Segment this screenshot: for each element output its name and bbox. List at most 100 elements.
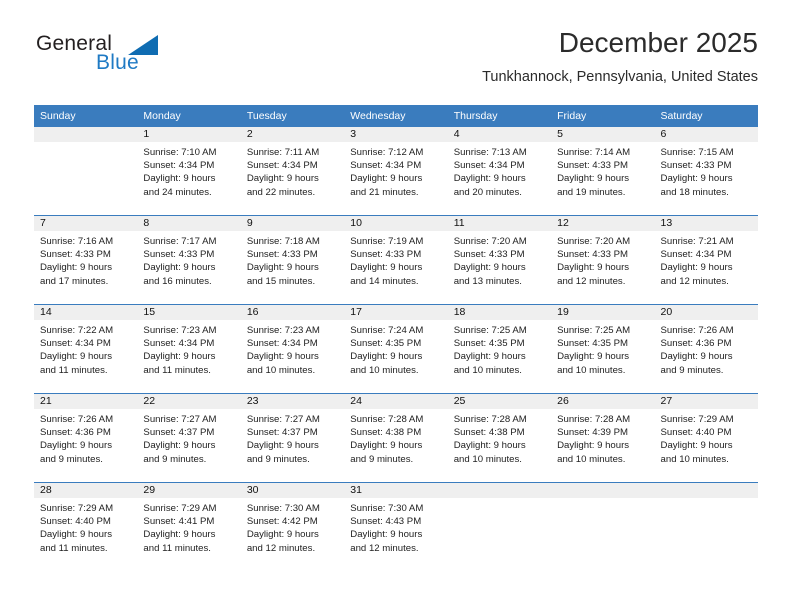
- calendar-week-row: 7 Sunrise: 7:16 AM Sunset: 4:33 PM Daylight…: [34, 215, 758, 305]
- calendar-day-cell[interactable]: 2 Sunrise: 7:11 AM Sunset: 4:34 PM Daylight…: [240, 127, 345, 216]
- calendar-day-cell[interactable]: 16 Sunrise: 7:23 AM Sunset: 4:34 PM Dayligh…: [240, 304, 345, 394]
- calendar-page: General Blue December 2025 Tunkhannock, …: [0, 0, 792, 612]
- calendar-day-cell[interactable]: 1 Sunrise: 7:10 AM Sunset: 4:34 PM Daylight…: [137, 127, 241, 216]
- sunset-time: Sunset: 4:35 PM: [350, 338, 422, 350]
- sunset-time: Sunset: 4:37 PM: [246, 427, 318, 439]
- daylight-duration-line1: Daylight: 9 hours: [557, 351, 630, 363]
- sunrise-time: Sunrise: 7:28 AM: [453, 414, 527, 425]
- daylight-duration-line1: Daylight: 9 hours: [660, 262, 733, 274]
- calendar-day-cell[interactable]: 22 Sunrise: 7:27 AM Sunset: 4:37 PM Dayligh…: [137, 393, 241, 483]
- daylight-duration-line2: and 10 minutes.: [660, 453, 729, 465]
- day-number: 17: [344, 305, 448, 320]
- daylight-duration-line2: and 10 minutes.: [453, 453, 522, 465]
- daylight-duration-line1: Daylight: 9 hours: [453, 262, 526, 274]
- daylight-duration-line2: and 11 minutes.: [143, 542, 211, 554]
- day-number: 13: [654, 216, 758, 231]
- day-number: 8: [137, 216, 241, 231]
- daylight-duration-line2: and 9 minutes.: [40, 453, 103, 465]
- sunrise-time: Sunrise: 7:23 AM: [143, 325, 217, 336]
- sunrise-time: Sunrise: 7:30 AM: [246, 503, 320, 514]
- calendar-day-cell[interactable]: 19 Sunrise: 7:25 AM Sunset: 4:35 PM Dayligh…: [551, 304, 655, 394]
- day-sun-info: Sunrise: 7:29 AM Sunset: 4:41 PM Daylight:…: [137, 498, 240, 555]
- day-number: [551, 483, 655, 498]
- day-number: 1: [137, 127, 241, 142]
- day-sun-info: Sunrise: 7:30 AM Sunset: 4:43 PM Daylight:…: [344, 498, 447, 555]
- calendar-day-cell[interactable]: 5 Sunrise: 7:14 AM Sunset: 4:33 PM Daylight…: [551, 127, 655, 216]
- calendar-day-cell[interactable]: 25 Sunrise: 7:28 AM Sunset: 4:38 PM Dayligh…: [447, 393, 552, 483]
- sunrise-time: Sunrise: 7:13 AM: [453, 147, 527, 158]
- sunrise-time: Sunrise: 7:19 AM: [350, 236, 424, 247]
- day-number: 18: [447, 305, 552, 320]
- sunset-time: Sunset: 4:34 PM: [40, 338, 111, 350]
- calendar-day-cell[interactable]: 7 Sunrise: 7:16 AM Sunset: 4:33 PM Daylight…: [34, 215, 138, 305]
- calendar-day-cell[interactable]: 15 Sunrise: 7:23 AM Sunset: 4:34 PM Dayligh…: [137, 304, 241, 394]
- day-cell-inner: 28 Sunrise: 7:29 AM Sunset: 4:40 PM Dayligh…: [34, 483, 138, 571]
- day-cell-inner: 22 Sunrise: 7:27 AM Sunset: 4:37 PM Dayligh…: [137, 394, 241, 482]
- day-cell-inner: 31 Sunrise: 7:30 AM Sunset: 4:43 PM Dayligh…: [344, 483, 448, 571]
- calendar-day-cell[interactable]: 28 Sunrise: 7:29 AM Sunset: 4:40 PM Dayligh…: [34, 482, 138, 571]
- day-sun-info: Sunrise: 7:20 AM Sunset: 4:33 PM Daylight:…: [448, 231, 551, 288]
- calendar-day-cell[interactable]: 3 Sunrise: 7:12 AM Sunset: 4:34 PM Daylight…: [344, 127, 448, 216]
- weekday-header-friday: Friday: [551, 105, 655, 127]
- calendar-day-cell[interactable]: 17 Sunrise: 7:24 AM Sunset: 4:35 PM Dayligh…: [344, 304, 448, 394]
- calendar-day-cell[interactable]: 6 Sunrise: 7:15 AM Sunset: 4:33 PM Daylight…: [654, 127, 758, 216]
- calendar-day-cell[interactable]: 13 Sunrise: 7:21 AM Sunset: 4:34 PM Dayligh…: [654, 215, 758, 305]
- sunset-time: Sunset: 4:33 PM: [246, 249, 318, 261]
- sunrise-time: Sunrise: 7:16 AM: [40, 236, 114, 247]
- sunset-time: Sunset: 4:39 PM: [557, 427, 629, 439]
- day-cell-inner: 25 Sunrise: 7:28 AM Sunset: 4:38 PM Dayligh…: [447, 394, 552, 482]
- day-number: 26: [551, 394, 655, 409]
- calendar-day-cell[interactable]: 9 Sunrise: 7:18 AM Sunset: 4:33 PM Daylight…: [240, 215, 345, 305]
- day-cell-inner: 7 Sunrise: 7:16 AM Sunset: 4:33 PM Daylight…: [34, 216, 138, 304]
- calendar-day-cell[interactable]: 12 Sunrise: 7:20 AM Sunset: 4:33 PM Dayligh…: [551, 215, 655, 305]
- sunrise-time: Sunrise: 7:10 AM: [143, 147, 217, 158]
- daylight-duration-line2: and 16 minutes.: [143, 275, 212, 287]
- calendar-day-cell[interactable]: 29 Sunrise: 7:29 AM Sunset: 4:41 PM Dayligh…: [137, 482, 241, 571]
- sunset-time: Sunset: 4:33 PM: [40, 249, 111, 261]
- weekday-header-thursday: Thursday: [447, 105, 552, 127]
- calendar-day-cell[interactable]: 31 Sunrise: 7:30 AM Sunset: 4:43 PM Dayligh…: [344, 482, 448, 571]
- calendar-day-cell[interactable]: 24 Sunrise: 7:28 AM Sunset: 4:38 PM Dayligh…: [344, 393, 448, 483]
- sunset-time: Sunset: 4:33 PM: [350, 249, 422, 261]
- calendar-day-cell[interactable]: 21 Sunrise: 7:26 AM Sunset: 4:36 PM Dayligh…: [34, 393, 138, 483]
- sunrise-time: Sunrise: 7:26 AM: [660, 325, 734, 336]
- calendar-day-cell[interactable]: 20 Sunrise: 7:26 AM Sunset: 4:36 PM Dayligh…: [654, 304, 758, 394]
- sunset-time: Sunset: 4:38 PM: [350, 427, 422, 439]
- day-number: 21: [34, 394, 138, 409]
- calendar-day-cell[interactable]: 30 Sunrise: 7:30 AM Sunset: 4:42 PM Dayligh…: [240, 482, 345, 571]
- general-blue-logo[interactable]: General Blue: [34, 32, 244, 88]
- day-number: 3: [344, 127, 448, 142]
- calendar-week-row: 28 Sunrise: 7:29 AM Sunset: 4:40 PM Dayligh…: [34, 482, 758, 571]
- day-sun-info: Sunrise: 7:25 AM Sunset: 4:35 PM Daylight:…: [551, 320, 654, 377]
- sunset-time: Sunset: 4:40 PM: [660, 427, 732, 439]
- daylight-duration-line1: Daylight: 9 hours: [143, 173, 216, 185]
- day-sun-info: Sunrise: 7:27 AM Sunset: 4:37 PM Daylight:…: [241, 409, 344, 466]
- calendar-day-cell[interactable]: 10 Sunrise: 7:19 AM Sunset: 4:33 PM Dayligh…: [344, 215, 448, 305]
- weekday-header-row: Sunday Monday Tuesday Wednesday Thursday…: [34, 105, 758, 127]
- calendar-day-cell[interactable]: 18 Sunrise: 7:25 AM Sunset: 4:35 PM Dayligh…: [447, 304, 552, 394]
- calendar-day-cell[interactable]: 4 Sunrise: 7:13 AM Sunset: 4:34 PM Daylight…: [447, 127, 552, 216]
- sunrise-time: Sunrise: 7:25 AM: [453, 325, 527, 336]
- sunrise-time: Sunrise: 7:24 AM: [350, 325, 424, 336]
- daylight-duration-line1: Daylight: 9 hours: [143, 262, 216, 274]
- day-sun-info: Sunrise: 7:12 AM Sunset: 4:34 PM Daylight:…: [344, 142, 447, 199]
- calendar-day-cell[interactable]: 14 Sunrise: 7:22 AM Sunset: 4:34 PM Dayligh…: [34, 304, 138, 394]
- calendar-day-cell[interactable]: 26 Sunrise: 7:28 AM Sunset: 4:39 PM Dayligh…: [551, 393, 655, 483]
- sunset-time: Sunset: 4:37 PM: [143, 427, 215, 439]
- calendar-day-cell[interactable]: 8 Sunrise: 7:17 AM Sunset: 4:33 PM Daylight…: [137, 215, 241, 305]
- calendar-day-cell[interactable]: 27 Sunrise: 7:29 AM Sunset: 4:40 PM Dayligh…: [654, 393, 758, 483]
- daylight-duration-line2: and 12 minutes.: [246, 542, 316, 554]
- day-sun-info: Sunrise: 7:17 AM Sunset: 4:33 PM Daylight:…: [137, 231, 240, 288]
- day-cell-inner: [551, 483, 655, 571]
- calendar-day-cell[interactable]: 11 Sunrise: 7:20 AM Sunset: 4:33 PM Dayligh…: [447, 215, 552, 305]
- calendar-week-row: 14 Sunrise: 7:22 AM Sunset: 4:34 PM Dayligh…: [34, 304, 758, 394]
- day-number: 7: [34, 216, 138, 231]
- daylight-duration-line1: Daylight: 9 hours: [660, 351, 733, 363]
- day-cell-inner: 13 Sunrise: 7:21 AM Sunset: 4:34 PM Dayligh…: [654, 216, 758, 304]
- day-number: 28: [34, 483, 138, 498]
- daylight-duration-line1: Daylight: 9 hours: [350, 351, 423, 363]
- day-number: 24: [344, 394, 448, 409]
- calendar-day-cell[interactable]: 23 Sunrise: 7:27 AM Sunset: 4:37 PM Dayligh…: [240, 393, 345, 483]
- calendar-day-cell: [654, 482, 758, 571]
- weekday-header-saturday: Saturday: [654, 105, 758, 127]
